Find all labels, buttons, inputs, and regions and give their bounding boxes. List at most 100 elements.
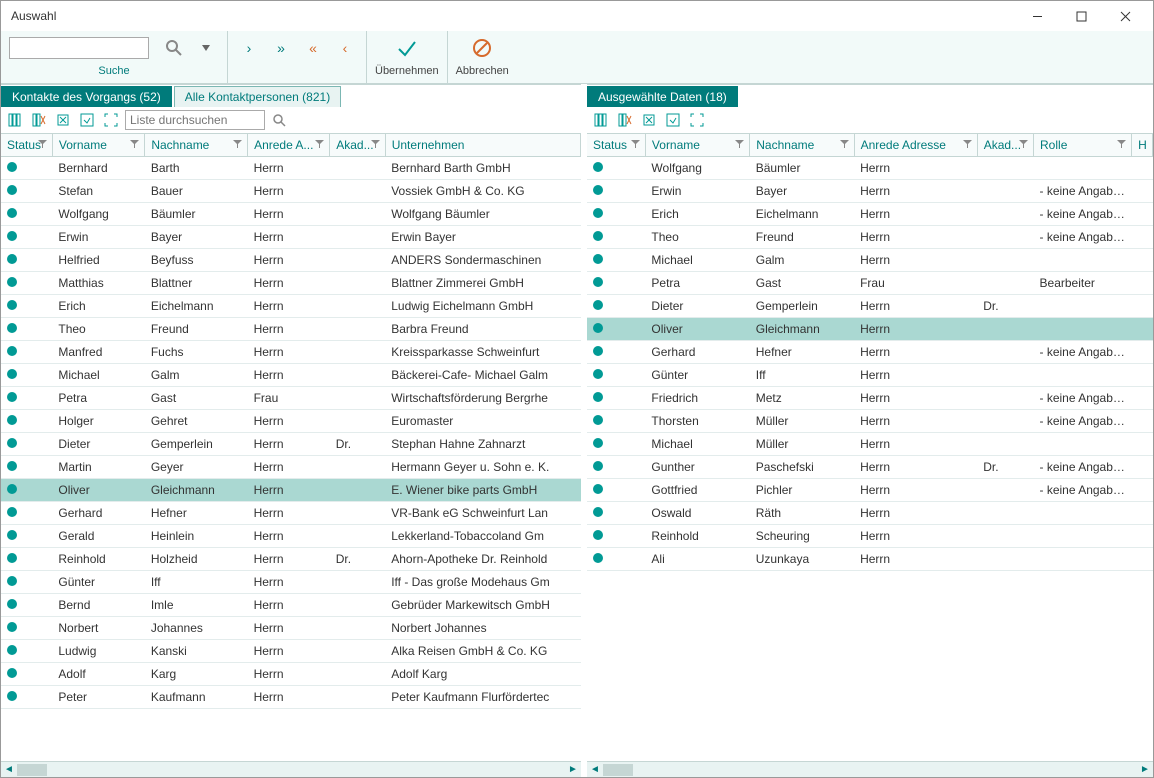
table-row[interactable]: MartinGeyerHerrnHermann Geyer u. Sohn e.… bbox=[1, 456, 581, 479]
nav-last-icon[interactable]: » bbox=[268, 35, 294, 61]
refresh-icon[interactable] bbox=[77, 110, 97, 130]
table-row[interactable]: AliUzunkayaHerrn bbox=[587, 548, 1153, 571]
columns-icon[interactable] bbox=[591, 110, 611, 130]
col-status[interactable]: Status bbox=[587, 134, 645, 157]
table-row[interactable]: WolfgangBäumlerHerrn bbox=[587, 157, 1153, 180]
table-row[interactable]: HolgerGehretHerrnEuromaster bbox=[1, 410, 581, 433]
tab-kontakte-vorgang[interactable]: Kontakte des Vorgangs (52) bbox=[1, 86, 172, 107]
table-row[interactable]: OswaldRäthHerrn bbox=[587, 502, 1153, 525]
table-row[interactable]: BernhardBarthHerrnBernhard Barth GmbH bbox=[1, 157, 581, 180]
col-nachname[interactable]: Nachname bbox=[750, 134, 854, 157]
col-akad[interactable]: Akad... bbox=[330, 134, 385, 157]
col-h[interactable]: H bbox=[1132, 134, 1153, 157]
col-vorname[interactable]: Vorname bbox=[645, 134, 749, 157]
nav-first-icon[interactable]: « bbox=[300, 35, 326, 61]
tab-alle-kontakte[interactable]: Alle Kontaktpersonen (821) bbox=[174, 86, 341, 107]
table-row[interactable]: ReinholdHolzheidHerrnDr.Ahorn-Apotheke D… bbox=[1, 548, 581, 571]
table-row[interactable]: TheoFreundHerrn- keine Angabe - bbox=[587, 226, 1153, 249]
table-row[interactable]: ManfredFuchsHerrnKreissparkasse Schweinf… bbox=[1, 341, 581, 364]
hscroll-left[interactable]: ◄ ► bbox=[1, 761, 581, 777]
maximize-button[interactable] bbox=[1059, 2, 1103, 30]
scroll-right-icon[interactable]: ► bbox=[565, 763, 581, 777]
table-row[interactable]: HelfriedBeyfussHerrnANDERS Sondermaschin… bbox=[1, 249, 581, 272]
table-row[interactable]: GünterIffHerrnIff - Das große Modehaus G… bbox=[1, 571, 581, 594]
search-icon[interactable] bbox=[161, 35, 187, 61]
col-akad[interactable]: Akad... bbox=[977, 134, 1033, 157]
export-icon[interactable] bbox=[53, 110, 73, 130]
scroll-left-icon[interactable]: ◄ bbox=[587, 763, 603, 777]
filter-icon[interactable] bbox=[371, 138, 381, 148]
table-row[interactable]: OliverGleichmannHerrnE. Wiener bike part… bbox=[1, 479, 581, 502]
vorname-cell: Gerhard bbox=[645, 341, 749, 364]
minimize-button[interactable] bbox=[1015, 2, 1059, 30]
table-row[interactable]: GerhardHefnerHerrn- keine Angabe - bbox=[587, 341, 1153, 364]
col-vorname[interactable]: Vorname bbox=[52, 134, 144, 157]
filter-icon[interactable] bbox=[38, 138, 48, 148]
table-row[interactable]: MichaelGalmHerrnBäckerei-Cafe- Michael G… bbox=[1, 364, 581, 387]
table-row[interactable]: LudwigKanskiHerrnAlka Reisen GmbH & Co. … bbox=[1, 640, 581, 663]
col-unternehmen[interactable]: Unternehmen bbox=[385, 134, 580, 157]
filter-icon[interactable] bbox=[735, 138, 745, 148]
filter-icon[interactable] bbox=[631, 138, 641, 148]
expand-icon[interactable] bbox=[101, 110, 121, 130]
filter-icon[interactable] bbox=[315, 138, 325, 148]
table-row[interactable]: ErichEichelmannHerrnLudwig Eichelmann Gm… bbox=[1, 295, 581, 318]
table-row[interactable]: ErwinBayerHerrn- keine Angabe - bbox=[587, 180, 1153, 203]
filter-icon[interactable] bbox=[1019, 138, 1029, 148]
table-row[interactable]: OliverGleichmannHerrn bbox=[587, 318, 1153, 341]
filter-icon[interactable] bbox=[233, 138, 243, 148]
hscroll-right[interactable]: ◄ ► bbox=[587, 761, 1153, 777]
cancel-icon[interactable] bbox=[469, 35, 495, 61]
table-row[interactable]: GeraldHeinleinHerrnLekkerland-Tobaccolan… bbox=[1, 525, 581, 548]
accept-icon[interactable] bbox=[394, 35, 420, 61]
filter-icon[interactable] bbox=[1117, 138, 1127, 148]
grid-search-input[interactable] bbox=[125, 110, 265, 130]
table-row[interactable]: PeterKaufmannHerrnPeter Kaufmann Flurför… bbox=[1, 686, 581, 709]
filter-icon[interactable] bbox=[130, 138, 140, 148]
table-row[interactable]: BerndImleHerrnGebrüder Markewitsch GmbH bbox=[1, 594, 581, 617]
table-row[interactable]: MichaelMüllerHerrn bbox=[587, 433, 1153, 456]
table-row[interactable]: MichaelGalmHerrn bbox=[587, 249, 1153, 272]
search-dropdown-icon[interactable] bbox=[193, 35, 219, 61]
refresh-icon[interactable] bbox=[663, 110, 683, 130]
table-row[interactable]: NorbertJohannesHerrnNorbert Johannes bbox=[1, 617, 581, 640]
search-input[interactable] bbox=[9, 37, 149, 59]
scroll-left-icon[interactable]: ◄ bbox=[1, 763, 17, 777]
table-row[interactable]: GottfriedPichlerHerrn- keine Angabe - bbox=[587, 479, 1153, 502]
col-status[interactable]: Status bbox=[1, 134, 52, 157]
table-row[interactable]: DieterGemperleinHerrnDr.Stephan Hahne Za… bbox=[1, 433, 581, 456]
table-row[interactable]: GuntherPaschefskiHerrnDr.- keine Angabe … bbox=[587, 456, 1153, 479]
col-anrede[interactable]: Anrede Adresse bbox=[854, 134, 977, 157]
table-row[interactable]: ErichEichelmannHerrn- keine Angabe - bbox=[587, 203, 1153, 226]
table-row[interactable]: PetraGastFrauBearbeiter bbox=[587, 272, 1153, 295]
columns-icon[interactable] bbox=[5, 110, 25, 130]
nav-prev-icon[interactable]: ‹ bbox=[332, 35, 358, 61]
table-row[interactable]: PetraGastFrauWirtschaftsförderung Bergrh… bbox=[1, 387, 581, 410]
col-nachname[interactable]: Nachname bbox=[145, 134, 248, 157]
table-row[interactable]: TheoFreundHerrnBarbra Freund bbox=[1, 318, 581, 341]
col-anrede[interactable]: Anrede A... bbox=[248, 134, 330, 157]
table-row[interactable]: AdolfKargHerrnAdolf Karg bbox=[1, 663, 581, 686]
table-row[interactable]: ThorstenMüllerHerrn- keine Angabe - bbox=[587, 410, 1153, 433]
nav-next-icon[interactable]: › bbox=[236, 35, 262, 61]
tab-ausgewaehlte[interactable]: Ausgewählte Daten (18) bbox=[587, 86, 738, 107]
grid-search-icon[interactable] bbox=[269, 110, 289, 130]
table-row[interactable]: DieterGemperleinHerrnDr. bbox=[587, 295, 1153, 318]
col-rolle[interactable]: Rolle bbox=[1034, 134, 1132, 157]
columns-clear-icon[interactable] bbox=[29, 110, 49, 130]
filter-icon[interactable] bbox=[963, 138, 973, 148]
table-row[interactable]: WolfgangBäumlerHerrnWolfgang Bäumler bbox=[1, 203, 581, 226]
table-row[interactable]: GünterIffHerrn bbox=[587, 364, 1153, 387]
columns-clear-icon[interactable] bbox=[615, 110, 635, 130]
close-button[interactable] bbox=[1103, 2, 1147, 30]
filter-icon[interactable] bbox=[840, 138, 850, 148]
table-row[interactable]: StefanBauerHerrnVossiek GmbH & Co. KG bbox=[1, 180, 581, 203]
table-row[interactable]: ErwinBayerHerrnErwin Bayer bbox=[1, 226, 581, 249]
expand-icon[interactable] bbox=[687, 110, 707, 130]
export-icon[interactable] bbox=[639, 110, 659, 130]
table-row[interactable]: ReinholdScheuringHerrn bbox=[587, 525, 1153, 548]
table-row[interactable]: MatthiasBlattnerHerrnBlattner Zimmerei G… bbox=[1, 272, 581, 295]
scroll-right-icon[interactable]: ► bbox=[1137, 763, 1153, 777]
table-row[interactable]: FriedrichMetzHerrn- keine Angabe - bbox=[587, 387, 1153, 410]
table-row[interactable]: GerhardHefnerHerrnVR-Bank eG Schweinfurt… bbox=[1, 502, 581, 525]
